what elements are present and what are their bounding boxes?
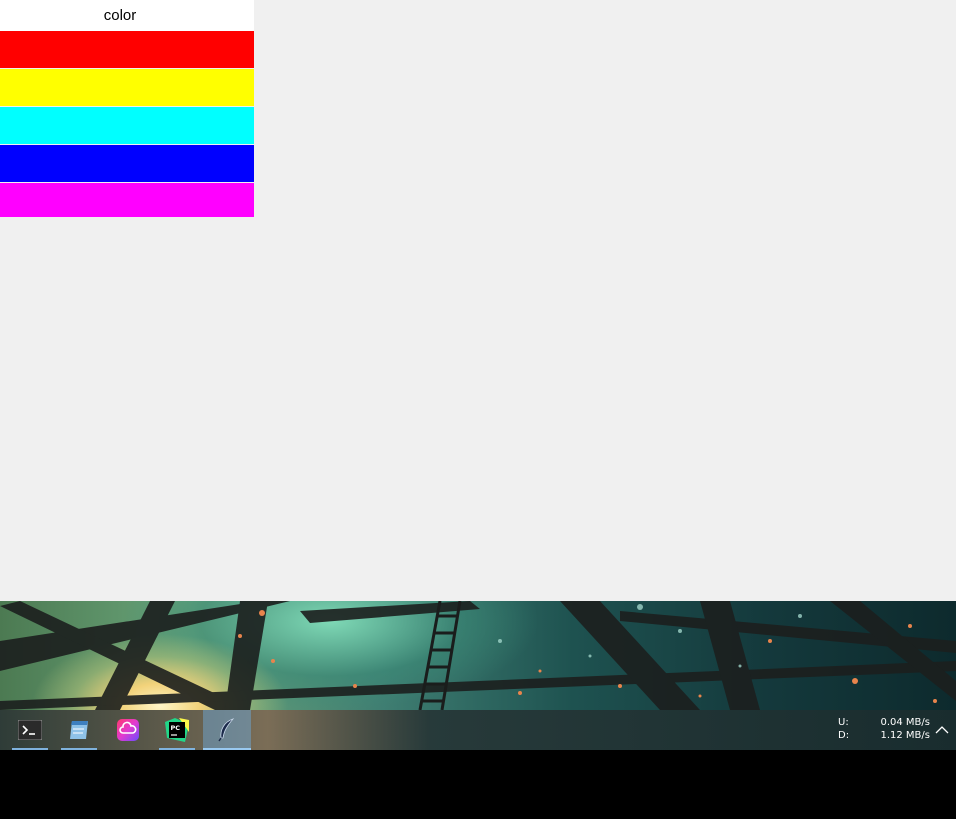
taskbar-terminal[interactable] [6,710,54,750]
terminal-icon [18,720,42,740]
swatch-cyan[interactable] [0,107,254,145]
upload-speed: 0.04 MB/s [880,717,930,728]
download-label: D: [838,730,850,741]
swatch-magenta[interactable] [0,183,254,217]
app-window: color [0,0,956,601]
creative-cloud-icon [117,719,139,741]
taskbar-pycharm[interactable]: PC [153,710,201,750]
swatch-yellow[interactable] [0,69,254,107]
taskbar-feather-app[interactable] [203,710,251,750]
download-speed: 1.12 MB/s [880,730,930,741]
svg-text:PC: PC [171,724,181,732]
network-speed-monitor: U: 0.04 MB/s D: 1.12 MB/s [838,716,930,742]
desktop-wallpaper [0,601,956,710]
swatch-blue[interactable] [0,145,254,183]
offscreen-area [0,750,956,819]
swatch-red[interactable] [0,31,254,69]
upload-label: U: [838,717,849,728]
chevron-up-icon [935,726,949,734]
show-hidden-icons-button[interactable] [934,722,950,738]
notepad-icon [70,721,88,739]
feather-icon [218,718,235,742]
taskbar-creative-cloud[interactable] [104,710,152,750]
color-list: color [0,0,254,217]
column-header: color [0,0,254,31]
taskbar-notepad[interactable] [55,710,103,750]
pycharm-icon: PC [165,718,189,742]
taskbar: PC [0,710,956,750]
